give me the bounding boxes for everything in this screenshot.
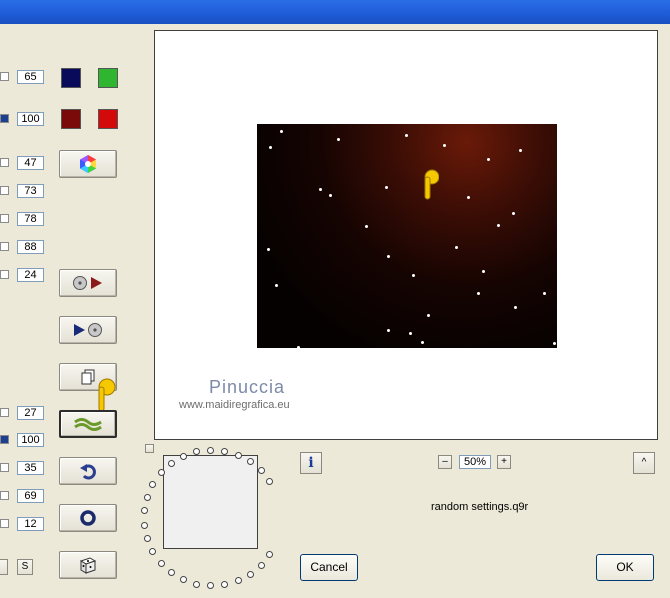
ring-icon [80, 510, 96, 526]
navigator-dot [149, 548, 157, 556]
save-preset-button[interactable] [59, 316, 117, 344]
hand-pointer-icon [424, 169, 439, 200]
param-value-field[interactable]: 88 [17, 240, 44, 254]
param-value-field[interactable]: 73 [17, 184, 44, 198]
navigator-corner-handle[interactable] [145, 444, 154, 453]
param-checkbox[interactable] [0, 186, 9, 195]
color-swatch-green[interactable] [98, 68, 118, 88]
dice-icon [79, 557, 97, 574]
navigator-dot [266, 478, 274, 486]
navigator-dot [193, 580, 201, 588]
navigator-dot [143, 493, 151, 501]
param-checkbox[interactable] [0, 158, 9, 167]
navigator-dot [167, 459, 175, 467]
param-value-field[interactable]: 65 [17, 70, 44, 84]
navigator-dot [234, 577, 242, 585]
settings-filename: random settings.q9r [431, 501, 529, 513]
navigator-dot [143, 535, 151, 543]
color-swatch-navy[interactable] [61, 68, 81, 88]
load-preset-icon [73, 276, 102, 290]
info-button[interactable]: i [300, 452, 322, 474]
navigator-dot [246, 570, 254, 578]
param-checkbox[interactable] [0, 435, 9, 444]
param-value-field[interactable]: 35 [17, 461, 44, 475]
navigator-dot [157, 559, 165, 567]
param-checkbox[interactable] [0, 519, 9, 528]
param-value-field[interactable]: 69 [17, 489, 44, 503]
partial-dropdown[interactable] [0, 559, 8, 575]
navigator-dot [257, 561, 265, 569]
param-value-field[interactable]: 24 [17, 268, 44, 282]
param-checkbox[interactable] [0, 491, 9, 500]
watermark-name: Pinuccia [209, 377, 286, 397]
ring-button[interactable] [59, 504, 117, 532]
dice-button[interactable] [59, 551, 117, 579]
param-checkbox[interactable] [0, 408, 9, 417]
navigator-dot [207, 446, 215, 454]
navigator-dot [149, 480, 157, 488]
hand-pointer-icon [98, 378, 116, 412]
copy-icon [81, 369, 95, 385]
zoom-in-button[interactable]: + [497, 455, 511, 469]
param-checkbox[interactable] [0, 72, 9, 81]
load-preset-button[interactable] [59, 269, 117, 297]
param-checkbox[interactable] [0, 463, 9, 472]
preview-panel: Pinuccia www.maidiregrafica.eu [154, 30, 658, 440]
undo-icon [80, 464, 96, 480]
cancel-button[interactable]: Cancel [300, 554, 358, 581]
param-checkbox[interactable] [0, 214, 9, 223]
param-value-field[interactable]: 47 [17, 156, 44, 170]
zoom-level: 50% [459, 455, 491, 469]
reset-button[interactable] [59, 457, 117, 485]
navigator-dot [221, 447, 229, 455]
navigator-dot [207, 582, 215, 590]
navigator-dot [179, 452, 187, 460]
zoom-out-button[interactable]: – [438, 455, 452, 469]
param-checkbox[interactable] [0, 270, 9, 279]
navigator-dot [234, 451, 242, 459]
navigator-dot [221, 581, 229, 589]
param-checkbox[interactable] [0, 242, 9, 251]
param-checkbox[interactable] [0, 114, 9, 123]
navigator-dot [140, 521, 148, 529]
param-value-field[interactable]: 12 [17, 517, 44, 531]
navigator-dot [257, 467, 265, 475]
param-value-field[interactable]: 78 [17, 212, 44, 226]
color-swatch-darkred[interactable] [61, 109, 81, 129]
watermark-url: www.maidiregrafica.eu [179, 399, 290, 411]
randomize-wave-button[interactable] [59, 410, 117, 438]
ok-button[interactable]: OK [596, 554, 654, 581]
save-preset-icon [74, 323, 102, 337]
scroll-up-button[interactable]: ^ [633, 452, 655, 474]
navigator-thumbnail[interactable] [163, 455, 258, 549]
navigator-dot [140, 507, 148, 515]
navigator-dot [167, 569, 175, 576]
color-swatch-red[interactable] [98, 109, 118, 129]
param-value-field[interactable]: 27 [17, 406, 44, 420]
color-wheel-button[interactable] [59, 150, 117, 178]
navigator-dot [266, 550, 274, 558]
s-button[interactable]: S [17, 559, 33, 575]
navigator-dot [179, 576, 187, 584]
window-titlebar [0, 0, 670, 24]
preview-image [257, 124, 557, 348]
param-value-field[interactable]: 100 [17, 433, 44, 447]
wave-icon [74, 418, 102, 431]
param-value-field[interactable]: 100 [17, 112, 44, 126]
color-wheel-icon [80, 155, 96, 173]
